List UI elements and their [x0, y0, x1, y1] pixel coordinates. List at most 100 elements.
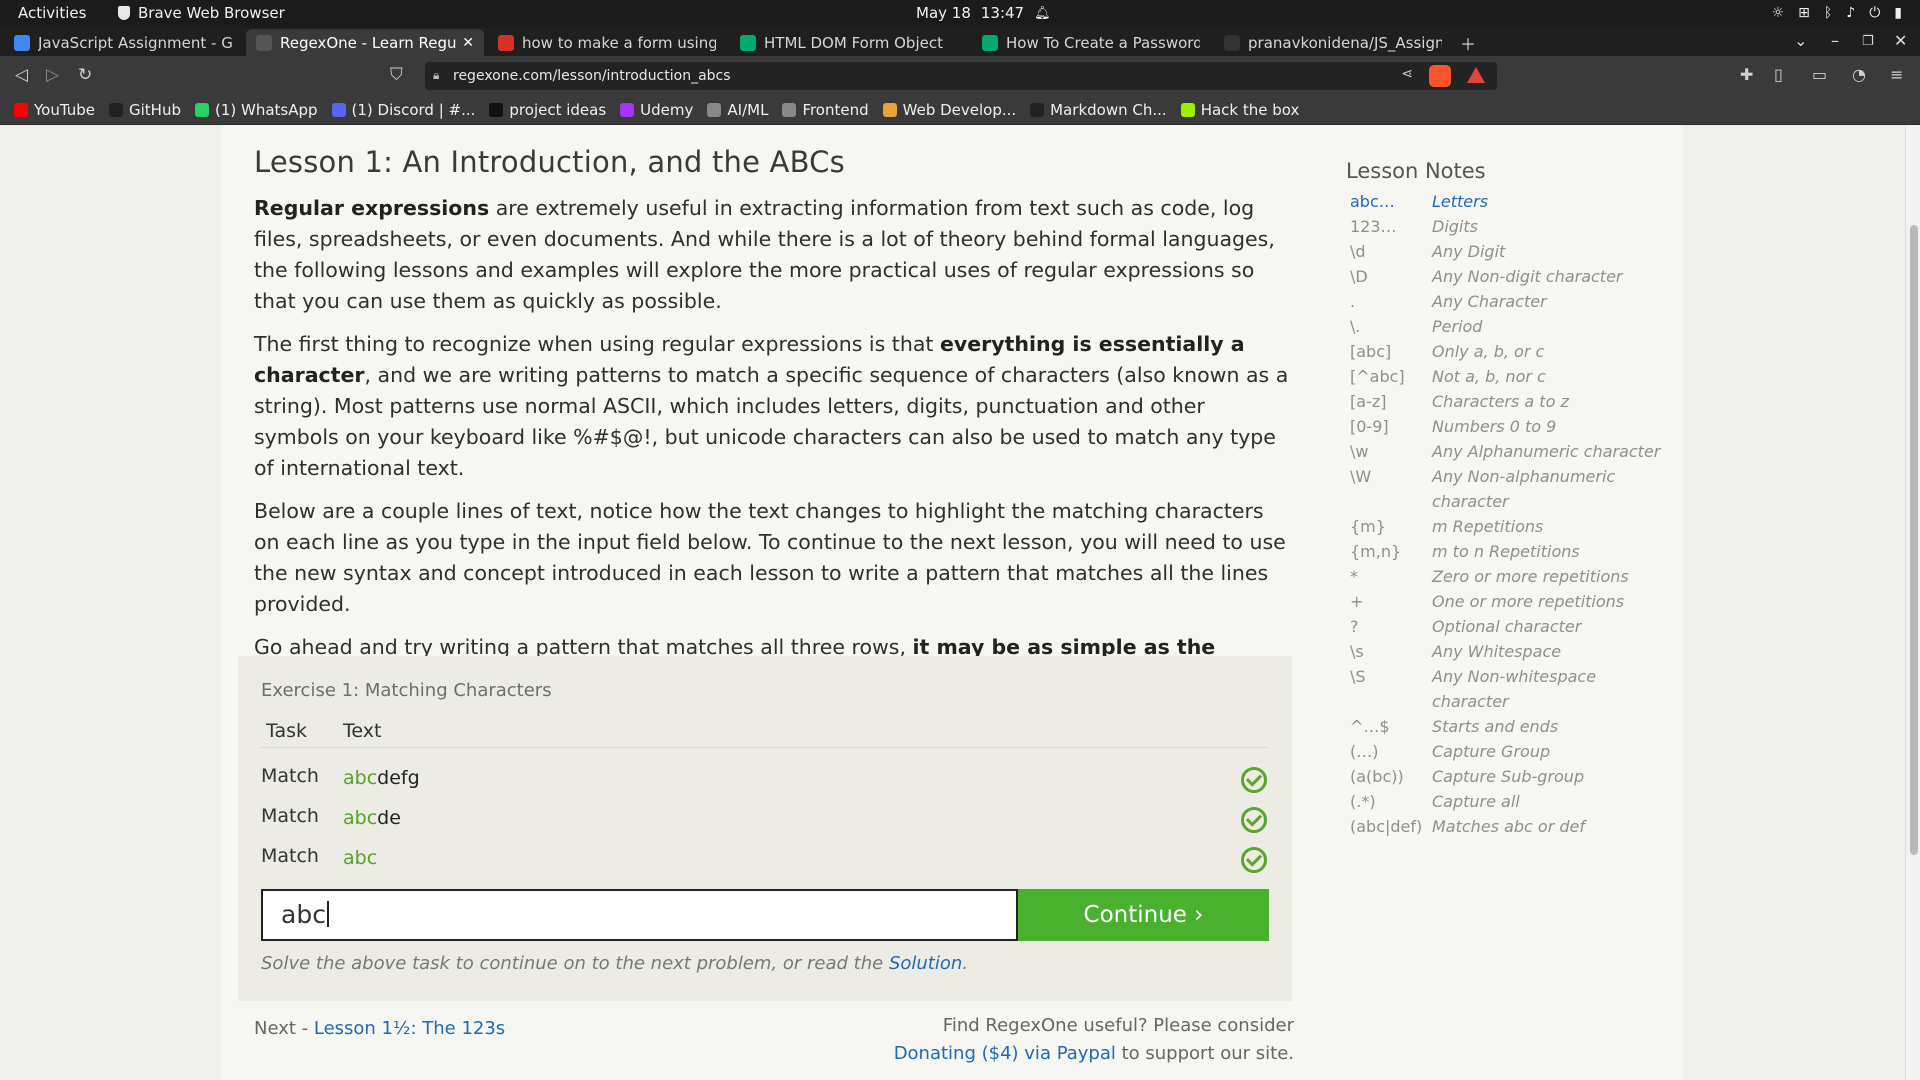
note-item[interactable]: (.*) Capture all	[1346, 789, 1676, 814]
note-meaning: Any Character	[1432, 292, 1547, 311]
bookmark-icon[interactable]: ⛉	[390, 65, 403, 85]
tab-title: HTML DOM Form Object	[764, 33, 943, 52]
next-prefix: Next -	[254, 1018, 314, 1039]
sidebar-icon[interactable]: ▯	[1774, 65, 1783, 84]
bookmark-item[interactable]: YouTube	[14, 101, 95, 119]
note-meaning: Zero or more repetitions	[1432, 567, 1629, 586]
github-icon	[109, 102, 123, 117]
browser-tab[interactable]: how to make a form using js w	[488, 29, 726, 56]
note-item[interactable]: \s Any Whitespace	[1346, 639, 1676, 664]
app-name: Brave Web Browser	[138, 4, 285, 22]
continue-button[interactable]: Continue ›	[1018, 889, 1269, 941]
brave-shields-icon[interactable]	[1429, 65, 1451, 87]
menu-icon[interactable]: ≡	[1890, 65, 1903, 84]
bookmark-item[interactable]: Udemy	[620, 101, 693, 119]
note-item[interactable]: \. Period	[1346, 314, 1676, 339]
bookmark-item[interactable]: Frontend	[782, 100, 869, 119]
note-item[interactable]: \W Any Non-alphanumeric character	[1346, 464, 1676, 514]
note-item[interactable]: \S Any Non-whitespace character	[1346, 664, 1676, 714]
bookmark-item[interactable]: Markdown Ch...	[1030, 101, 1167, 119]
note-meaning: Period	[1432, 317, 1483, 336]
note-item[interactable]: [^abc] Not a, b, nor c	[1346, 364, 1676, 389]
bookmark-label: Frontend	[802, 100, 869, 119]
note-item[interactable]: {m,n} m to n Repetitions	[1346, 539, 1676, 564]
note-item[interactable]: (…) Capture Group	[1346, 739, 1676, 764]
share-icon[interactable]: ⋖	[1401, 66, 1413, 82]
scrollbar-thumb[interactable]	[1910, 225, 1918, 855]
note-item[interactable]: [a-z] Characters a to z	[1346, 389, 1676, 414]
exercise-panel: Exercise 1: Matching Characters Task Tex…	[238, 656, 1292, 1001]
note-item[interactable]: [0-9] Numbers 0 to 9	[1346, 414, 1676, 439]
minimize-button[interactable]: –	[1831, 31, 1839, 50]
donate-text: Find RegexOne useful? Please consider	[942, 1015, 1294, 1036]
back-button[interactable]: ◁	[15, 65, 28, 85]
bookmark-item[interactable]: (1) WhatsApp	[194, 101, 318, 119]
bookmark-item[interactable]: (1) Discord | #...	[331, 100, 476, 119]
close-window-button[interactable]: ✕	[1894, 31, 1907, 50]
note-meaning: Capture Group	[1432, 742, 1551, 761]
note-item[interactable]: ^…$ Starts and ends	[1346, 714, 1676, 739]
note-syntax: {m,n}	[1350, 542, 1402, 561]
note-item[interactable]: \w Any Alphanumeric character	[1346, 439, 1676, 464]
note-item[interactable]: [abc] Only a, b, or c	[1346, 339, 1676, 364]
bookmark-item[interactable]: Hack the box	[1180, 101, 1299, 119]
lesson-title: Lesson 1: An Introduction, and the ABCs	[254, 145, 845, 179]
bell-icon: 🔔︎	[1034, 5, 1051, 21]
profile-icon[interactable]: ◔	[1852, 65, 1866, 84]
forward-button[interactable]: ▷	[46, 65, 59, 85]
folder-icon	[707, 102, 722, 117]
note-item[interactable]: ? Optional character	[1346, 614, 1676, 639]
page-scrollbar[interactable]	[1905, 125, 1920, 1080]
reload-button[interactable]: ↻	[78, 65, 92, 85]
note-syntax: \S	[1350, 667, 1366, 686]
tab-list-chevron-icon[interactable]: ⌄	[1794, 31, 1807, 50]
next-lesson-link[interactable]: Lesson 1½: The 123s	[314, 1018, 505, 1039]
bookmark-item[interactable]: Web Develop...	[882, 101, 1016, 119]
note-item[interactable]: \d Any Digit	[1346, 239, 1676, 264]
bookmark-item[interactable]: AI/ML	[707, 101, 768, 119]
brave-rewards-icon[interactable]	[1467, 67, 1485, 83]
bookmark-label: GitHub	[129, 100, 181, 119]
github-icon	[1030, 102, 1045, 117]
bookmark-label: Markdown Ch...	[1050, 100, 1167, 119]
browser-tab[interactable]: JavaScript Assignment - Goog	[4, 29, 242, 56]
bookmark-label: (1) Discord | #...	[351, 100, 476, 119]
unmatched-text: defg	[377, 767, 420, 789]
restore-button[interactable]: ❐	[1862, 34, 1874, 49]
tab-close-icon[interactable]: ✕	[462, 35, 474, 51]
note-item[interactable]: * Zero or more repetitions	[1346, 564, 1676, 589]
note-item[interactable]: (a(bc)) Capture Sub-group	[1346, 764, 1676, 789]
note-syntax: [^abc]	[1350, 367, 1405, 386]
note-item[interactable]: {m} m Repetitions	[1346, 514, 1676, 539]
regex-input[interactable]: abc	[261, 889, 1018, 941]
regexone-icon	[256, 34, 272, 51]
note-meaning: Numbers 0 to 9	[1432, 417, 1557, 436]
exercise-table-header: Task Text	[261, 720, 1267, 748]
note-syntax: (.*)	[1350, 792, 1376, 811]
note-syntax: \s	[1350, 642, 1364, 661]
browser-tab[interactable]: HTML DOM Form Object	[730, 29, 968, 56]
page-content: Lesson 1: An Introduction, and the ABCs …	[221, 125, 1683, 1080]
address-bar[interactable]: 🔒︎ regexone.com/lesson/introduction_abcs…	[425, 62, 1497, 90]
note-item[interactable]: abc… Letters	[1346, 189, 1676, 214]
note-item[interactable]: 123… Digits	[1346, 214, 1676, 239]
note-item[interactable]: \D Any Non-digit character	[1346, 264, 1676, 289]
extensions-icon[interactable]: ✚	[1740, 65, 1753, 84]
note-item[interactable]: (abc|def) Matches abc or def	[1346, 814, 1676, 839]
browser-tab[interactable]: pranavkonidena/JS_Assignm	[1214, 29, 1452, 56]
donate-link[interactable]: Donating ($4) via Paypal	[894, 1043, 1116, 1064]
new-tab-button[interactable]: ＋	[1460, 31, 1476, 55]
app-menu[interactable]: Brave Web Browser	[118, 4, 285, 22]
note-item[interactable]: + One or more repetitions	[1346, 589, 1676, 614]
bookmark-item[interactable]: project ideas	[489, 101, 606, 119]
browser-tab[interactable]: RegexOne - Learn Regular Ex ✕	[246, 29, 484, 56]
note-item[interactable]: . Any Character	[1346, 289, 1676, 314]
solution-link[interactable]: Solution	[889, 953, 962, 974]
browser-tab[interactable]: How To Create a Password Va	[972, 29, 1210, 56]
bookmark-item[interactable]: GitHub	[109, 101, 181, 119]
activities-button[interactable]: Activities	[18, 4, 86, 22]
clock[interactable]: May 18 13:47 🔔︎	[916, 4, 1051, 22]
wallet-icon[interactable]: ▭	[1812, 65, 1827, 84]
system-tray[interactable]: ☼ ⊞ ᛒ ♪ ⏻ ▮	[1772, 4, 1902, 22]
lesson-notes: Lesson Notes abc… Letters 123… Digits \d Any …	[1346, 159, 1676, 839]
